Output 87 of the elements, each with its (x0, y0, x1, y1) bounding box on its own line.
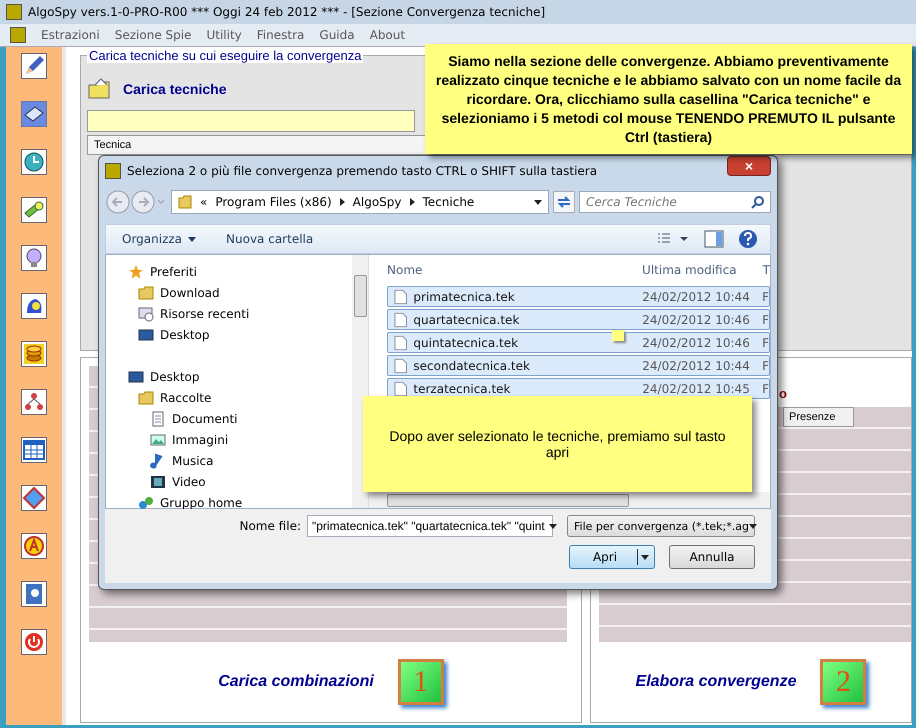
close-button[interactable]: × (727, 156, 771, 176)
field-label: Nome file: (239, 519, 301, 533)
column-header[interactable]: Ultima modifica (642, 263, 763, 277)
breadcrumb-item[interactable]: « (200, 195, 208, 209)
monitor-icon (138, 326, 154, 342)
scrollbar[interactable] (369, 492, 770, 508)
monitor-icon (128, 368, 144, 384)
app-logo-icon[interactable] (10, 27, 26, 43)
nav-item[interactable]: Raccolte (106, 387, 352, 408)
bulb-icon[interactable] (21, 245, 47, 271)
folder-icon (178, 195, 192, 209)
breadcrumb-item[interactable]: Program Files (x86) (215, 195, 332, 209)
file-icon (394, 358, 408, 374)
nav-item[interactable]: Desktop (106, 324, 352, 345)
load-techniques-button[interactable]: Carica tecniche (123, 81, 226, 97)
menu-item[interactable]: Guida (319, 28, 355, 42)
flashlight-icon[interactable] (21, 197, 47, 223)
recent-icon (138, 306, 154, 322)
refresh-icon[interactable] (553, 191, 575, 213)
film-icon (150, 474, 166, 490)
toolbar-button[interactable]: Nuova cartella (226, 232, 314, 246)
app-logo-icon (6, 4, 22, 20)
nav-item[interactable]: Risorse recenti (106, 303, 352, 324)
network-icon (138, 494, 154, 510)
panel-title: o (779, 386, 788, 401)
chevron-icon (340, 198, 345, 206)
diamond-icon[interactable] (21, 485, 47, 511)
nav-item[interactable]: Download (106, 282, 352, 303)
toolbar-button[interactable]: Organizza (122, 232, 196, 246)
file-row[interactable]: primatecnica.tek 24/02/2012 10:44 F (387, 286, 770, 307)
file-icon (394, 312, 408, 328)
action-label[interactable]: Carica combinazioni (218, 673, 374, 691)
callout-note: Siamo nella sezione delle convergenze. Abbiamo preventivamente realizzato cinque tecniche e le abbiamo salvato con un nome facile da ricordare. Ora, clicchiamo sulla casellina "Carica tecniche" e selezioniamo i 5 metodi col mouse TENENDO PREMUTO IL pulsante Ctrl (tastiera) (425, 44, 912, 154)
nav-item[interactable]: Desktop (106, 366, 352, 387)
coins-icon[interactable] (21, 341, 47, 367)
dropdown-icon[interactable] (534, 200, 542, 204)
file-type-dropdown[interactable]: File per convergenza (*.tek;*.ag (567, 515, 755, 537)
column-header: Presenze (783, 407, 854, 427)
nav-item[interactable]: Documenti (106, 408, 352, 429)
breadcrumb-item[interactable]: Tecniche (422, 195, 474, 209)
input-field[interactable] (87, 110, 415, 132)
nav-item[interactable]: Preferiti (106, 261, 352, 282)
help-icon[interactable] (738, 229, 758, 249)
image-icon (150, 432, 166, 448)
network-icon[interactable] (21, 389, 47, 415)
letter-icon[interactable] (21, 533, 47, 559)
dialog-title: Seleziona 2 o più file convergenza premendo tasto CTRL o SHIFT sulla tastiera (127, 164, 598, 178)
star-icon (128, 264, 144, 280)
search-icon[interactable] (751, 195, 765, 209)
file-row[interactable]: quintatecnica.tek 24/02/2012 10:46 F (387, 332, 770, 353)
cancel-button[interactable]: Annulla (669, 545, 755, 569)
group-title: Carica tecniche su cui eseguire la convergenza (87, 48, 364, 63)
file-icon (394, 288, 408, 304)
column-header[interactable]: T (762, 263, 770, 277)
pencil-icon[interactable] (21, 53, 47, 79)
search-field[interactable]: Cerca Tecniche (579, 191, 771, 213)
chevron-icon (410, 198, 415, 206)
menu-item[interactable]: Utility (206, 28, 242, 42)
folder-icon (138, 390, 154, 406)
calendar-icon[interactable] (21, 437, 47, 463)
file-icon (394, 380, 408, 396)
app-logo-icon (105, 163, 121, 179)
menu-item[interactable]: Finestra (256, 28, 304, 42)
menu-item[interactable]: Sezione Spie (114, 28, 192, 42)
window-title: AlgoSpy vers.1-0-PRO-R00 *** Oggi 24 feb 2012 *** - [Sezione Convergenza tecniche] (28, 5, 546, 19)
address-bar[interactable]: « Program Files (x86) AlgoSpy Tecniche (171, 190, 549, 214)
open-button[interactable]: Apri (569, 545, 655, 569)
menu-item[interactable]: Estrazioni (41, 28, 100, 42)
column-header[interactable]: Nome (387, 263, 642, 277)
breadcrumb-item[interactable]: AlgoSpy (352, 195, 402, 209)
file-row[interactable]: secondatecnica.tek 24/02/2012 10:44 F (387, 355, 770, 376)
nav-item[interactable]: Musica (106, 450, 352, 471)
nav-item[interactable]: Video (106, 471, 352, 492)
doc-icon (150, 410, 166, 426)
contacts-icon[interactable] (21, 581, 47, 607)
action-label[interactable]: Elabora convergenze (636, 673, 796, 691)
nav-item[interactable]: Immagini (106, 429, 352, 450)
clock-icon[interactable] (21, 149, 47, 175)
menu-item[interactable]: About (370, 28, 406, 42)
nav-item[interactable]: Gruppo home (106, 492, 352, 513)
power-icon[interactable] (21, 629, 47, 655)
callout-note: Dopo aver selezionato le tecniche, premiamo sul tasto apri (363, 396, 752, 492)
folder-icon (138, 284, 154, 300)
file-icon (394, 334, 408, 350)
file-row[interactable]: quartatecnica.tek 24/02/2012 10:46 F (387, 309, 770, 330)
preview-pane-icon[interactable] (704, 230, 724, 248)
note-marker (612, 330, 624, 341)
